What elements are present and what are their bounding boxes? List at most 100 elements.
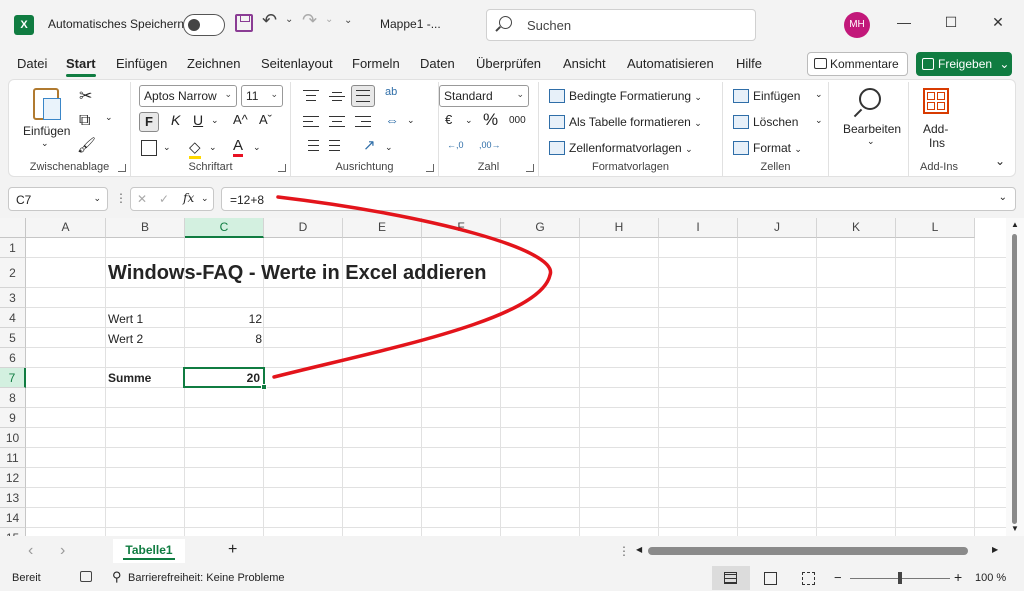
cell-b5[interactable]: Wert 2 xyxy=(108,332,143,346)
row-header-8[interactable]: 8 xyxy=(0,388,26,408)
clipboard-launcher-icon[interactable] xyxy=(118,164,126,172)
align-middle-icon[interactable] xyxy=(329,90,345,104)
delete-cells-button[interactable]: Löschen xyxy=(753,115,798,129)
alignment-launcher-icon[interactable] xyxy=(426,164,434,172)
align-top-icon[interactable] xyxy=(303,90,319,104)
row-header-14[interactable]: 14 xyxy=(0,508,26,528)
sheet-tab-tabelle1[interactable]: Tabelle1 xyxy=(113,539,185,563)
italic-button[interactable]: K xyxy=(171,112,180,128)
vertical-scroll-thumb[interactable] xyxy=(1012,234,1017,524)
decrease-indent-icon[interactable] xyxy=(303,140,319,154)
currency-format-icon[interactable]: € xyxy=(445,112,452,127)
row-header-1[interactable]: 1 xyxy=(0,238,26,258)
cell-c4[interactable]: 12 xyxy=(186,312,262,326)
autosave-toggle[interactable] xyxy=(183,14,225,36)
column-header-i[interactable]: I xyxy=(659,218,738,238)
row-header-3[interactable]: 3 xyxy=(0,288,26,308)
border-icon[interactable] xyxy=(141,140,157,156)
editing-magnifier-icon[interactable] xyxy=(859,88,881,110)
vertical-scrollbar[interactable]: ▲ ▼ xyxy=(1006,218,1024,536)
row-header-5[interactable]: 5 xyxy=(0,328,26,348)
accessibility-status[interactable]: Barrierefreiheit: Keine Probleme xyxy=(128,572,285,584)
format-painter-icon[interactable]: 🖌 xyxy=(77,136,96,154)
avatar[interactable]: MH xyxy=(844,12,870,38)
paste-button-label[interactable]: Einfügen xyxy=(23,124,70,138)
font-size-combo[interactable]: 11 ⌄ xyxy=(241,85,283,107)
tab-automatisieren[interactable]: Automatisieren xyxy=(627,56,714,71)
cancel-icon[interactable]: ✕ xyxy=(137,192,147,206)
formula-input[interactable]: =12+8 ⌄ xyxy=(221,187,1016,211)
column-header-k[interactable]: K xyxy=(817,218,896,238)
undo-chevron-icon[interactable]: ⌄ xyxy=(285,14,293,25)
column-header-g[interactable]: G xyxy=(501,218,580,238)
underline-button[interactable]: U xyxy=(193,112,203,128)
cell-b7[interactable]: Summe xyxy=(108,371,151,385)
row-header-12[interactable]: 12 xyxy=(0,468,26,488)
zoom-in-button[interactable]: + xyxy=(954,569,962,585)
align-bottom-icon[interactable] xyxy=(351,85,375,107)
minimize-button[interactable]: — xyxy=(894,14,914,30)
maximize-button[interactable]: ☐ xyxy=(941,14,961,31)
prev-sheet-icon[interactable]: ‹ xyxy=(28,542,33,560)
fill-chevron-icon[interactable]: ⌄ xyxy=(209,142,217,153)
border-chevron-icon[interactable]: ⌄ xyxy=(163,142,171,153)
format-cells-button[interactable]: Format ⌄ xyxy=(753,141,802,155)
fill-color-icon[interactable]: ◇ xyxy=(189,138,201,159)
merge-chevron-icon[interactable]: ⌄ xyxy=(407,115,415,126)
paste-icon[interactable] xyxy=(33,88,61,120)
fx-icon[interactable]: fx xyxy=(183,191,194,205)
zoom-slider-thumb[interactable] xyxy=(898,572,902,584)
tab-ueberpruefen[interactable]: Überprüfen xyxy=(476,56,541,71)
close-button[interactable]: ✕ xyxy=(988,14,1008,31)
increase-indent-icon[interactable] xyxy=(329,140,345,154)
undo-icon[interactable]: ↶ xyxy=(262,10,277,31)
align-center-icon[interactable] xyxy=(329,116,345,130)
share-button[interactable]: Freigeben ⌄ xyxy=(916,52,1012,76)
column-header-j[interactable]: J xyxy=(738,218,817,238)
number-format-combo[interactable]: Standard ⌄ xyxy=(439,85,529,107)
grow-font-button[interactable]: A^ xyxy=(233,112,248,127)
scroll-down-icon[interactable]: ▼ xyxy=(1011,524,1019,533)
redo-chevron-icon[interactable]: ⌄ xyxy=(325,14,333,25)
align-left-icon[interactable] xyxy=(303,116,319,130)
bold-button[interactable]: F xyxy=(139,112,159,132)
enter-icon[interactable]: ✓ xyxy=(159,192,169,206)
tab-ansicht[interactable]: Ansicht xyxy=(563,56,606,71)
search-box[interactable]: Suchen xyxy=(486,9,756,41)
conditional-formatting-button[interactable]: Bedingte Formatierung ⌄ xyxy=(569,89,702,103)
column-header-c[interactable]: C xyxy=(185,218,264,238)
tab-formeln[interactable]: Formeln xyxy=(352,56,400,71)
row-header-2[interactable]: 2 xyxy=(0,258,26,288)
save-icon[interactable] xyxy=(235,14,253,32)
editing-button-label[interactable]: Bearbeiten xyxy=(843,122,901,136)
page-break-view-icon[interactable] xyxy=(802,572,815,585)
format-as-table-button[interactable]: Als Tabelle formatieren ⌄ xyxy=(569,115,702,129)
merge-center-icon[interactable]: ⇔ xyxy=(385,112,399,128)
row-header-15[interactable]: 15 xyxy=(0,528,26,536)
tab-seitenlayout[interactable]: Seitenlayout xyxy=(261,56,333,71)
zoom-out-button[interactable]: − xyxy=(834,570,842,585)
redo-icon[interactable]: ↷ xyxy=(302,10,317,31)
align-right-icon[interactable] xyxy=(355,116,371,130)
column-header-a[interactable]: A xyxy=(26,218,106,238)
increase-decimal-icon[interactable]: ←,0 xyxy=(447,140,464,150)
tab-datei[interactable]: Datei xyxy=(17,56,47,71)
document-title[interactable]: Mappe1 -... xyxy=(380,17,441,31)
paste-chevron-icon[interactable]: ⌄ xyxy=(41,138,49,149)
next-sheet-icon[interactable]: › xyxy=(60,542,65,560)
wrap-text-icon[interactable]: ab xyxy=(385,86,397,98)
font-name-combo[interactable]: Aptos Narrow ⌄ xyxy=(139,85,237,107)
tab-daten[interactable]: Daten xyxy=(420,56,455,71)
decrease-decimal-icon[interactable]: ,00→ xyxy=(479,140,501,150)
copy-chevron-icon[interactable]: ⌄ xyxy=(105,112,113,123)
row-header-7[interactable]: 7 xyxy=(0,368,26,388)
accessibility-icon[interactable]: ⚲ xyxy=(112,569,122,585)
formula-bar-more-icon[interactable]: ⋮ xyxy=(115,191,127,205)
tab-start[interactable]: Start xyxy=(66,56,96,77)
copy-icon[interactable]: ⧉ xyxy=(79,112,90,130)
addins-icon[interactable] xyxy=(923,88,949,114)
row-header-11[interactable]: 11 xyxy=(0,448,26,468)
cell-c5[interactable]: 8 xyxy=(186,332,262,346)
column-header-h[interactable]: H xyxy=(580,218,659,238)
fill-handle[interactable] xyxy=(261,384,267,390)
